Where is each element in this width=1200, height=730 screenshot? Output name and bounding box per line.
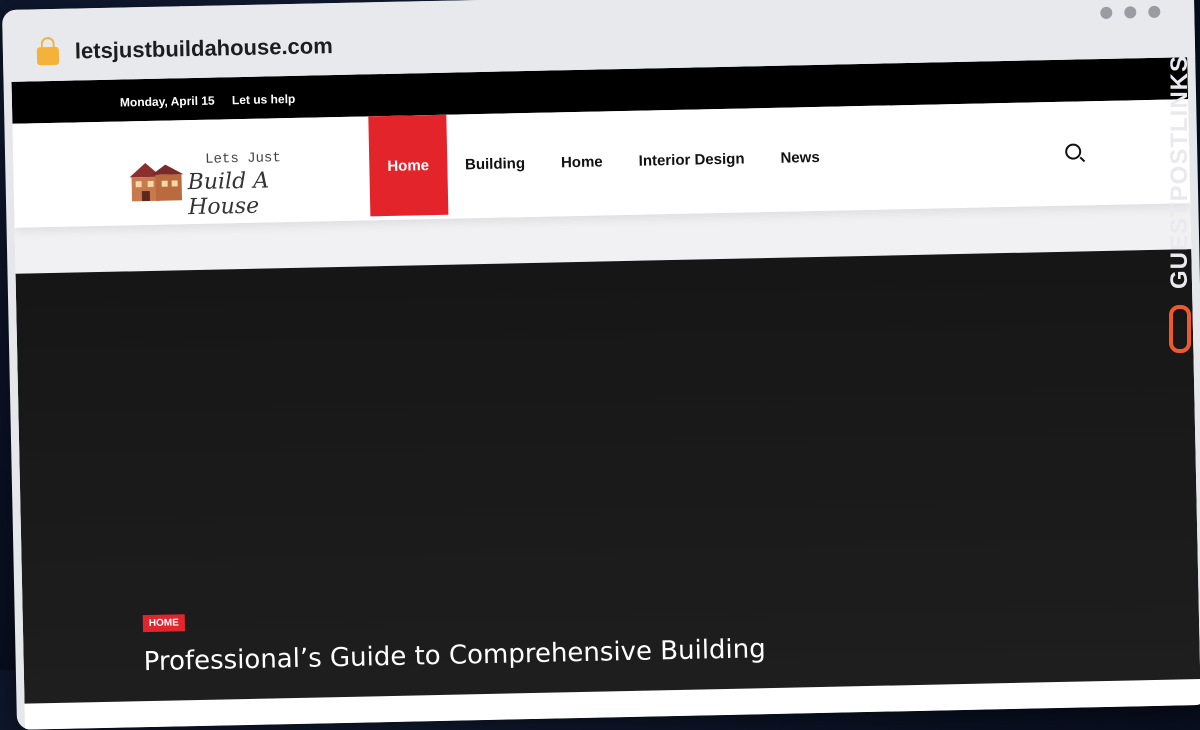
date-text: Monday, April 15: [119, 93, 215, 110]
hero-section: HOME Professional’s Guide to Comprehensi…: [15, 249, 1200, 704]
lock-icon: [36, 46, 60, 66]
window-controls: [1100, 5, 1161, 19]
window-dot-icon[interactable]: [1124, 6, 1137, 19]
help-link[interactable]: Let us help: [232, 92, 296, 107]
website-content: Monday, April 15 Let us help Lets Just B…: [11, 57, 1200, 730]
watermark: GUESTPOSTLINKS: [1164, 55, 1198, 355]
search-icon[interactable]: [1065, 143, 1082, 160]
site-logo[interactable]: Lets Just Build A House: [125, 149, 326, 220]
nav-item-home[interactable]: Home: [368, 114, 449, 217]
link-chain-icon: [1169, 305, 1191, 353]
category-badge[interactable]: HOME: [142, 614, 186, 633]
house-logo-icon: [129, 163, 184, 202]
logo-line-1: Lets Just: [205, 150, 281, 168]
nav-item-home-2[interactable]: Home: [542, 111, 622, 213]
watermark-text: GUESTPOSTLINKS: [1166, 55, 1193, 290]
url-text[interactable]: letsjustbuildahouse.com: [75, 33, 333, 64]
nav-item-interior-design[interactable]: Interior Design: [620, 108, 764, 211]
hero-title[interactable]: Professional’s Guide to Comprehensive Bu…: [143, 634, 766, 677]
window-dot-icon[interactable]: [1148, 5, 1161, 18]
window-dot-icon[interactable]: [1100, 6, 1113, 19]
logo-line-2: Build A House: [187, 168, 270, 221]
nav-item-news[interactable]: News: [761, 107, 838, 209]
nav-item-building[interactable]: Building: [446, 113, 544, 215]
main-nav: Home Building Home Interior Design News: [368, 107, 838, 217]
browser-window: letsjustbuildahouse.com Monday, April 15…: [2, 0, 1200, 730]
